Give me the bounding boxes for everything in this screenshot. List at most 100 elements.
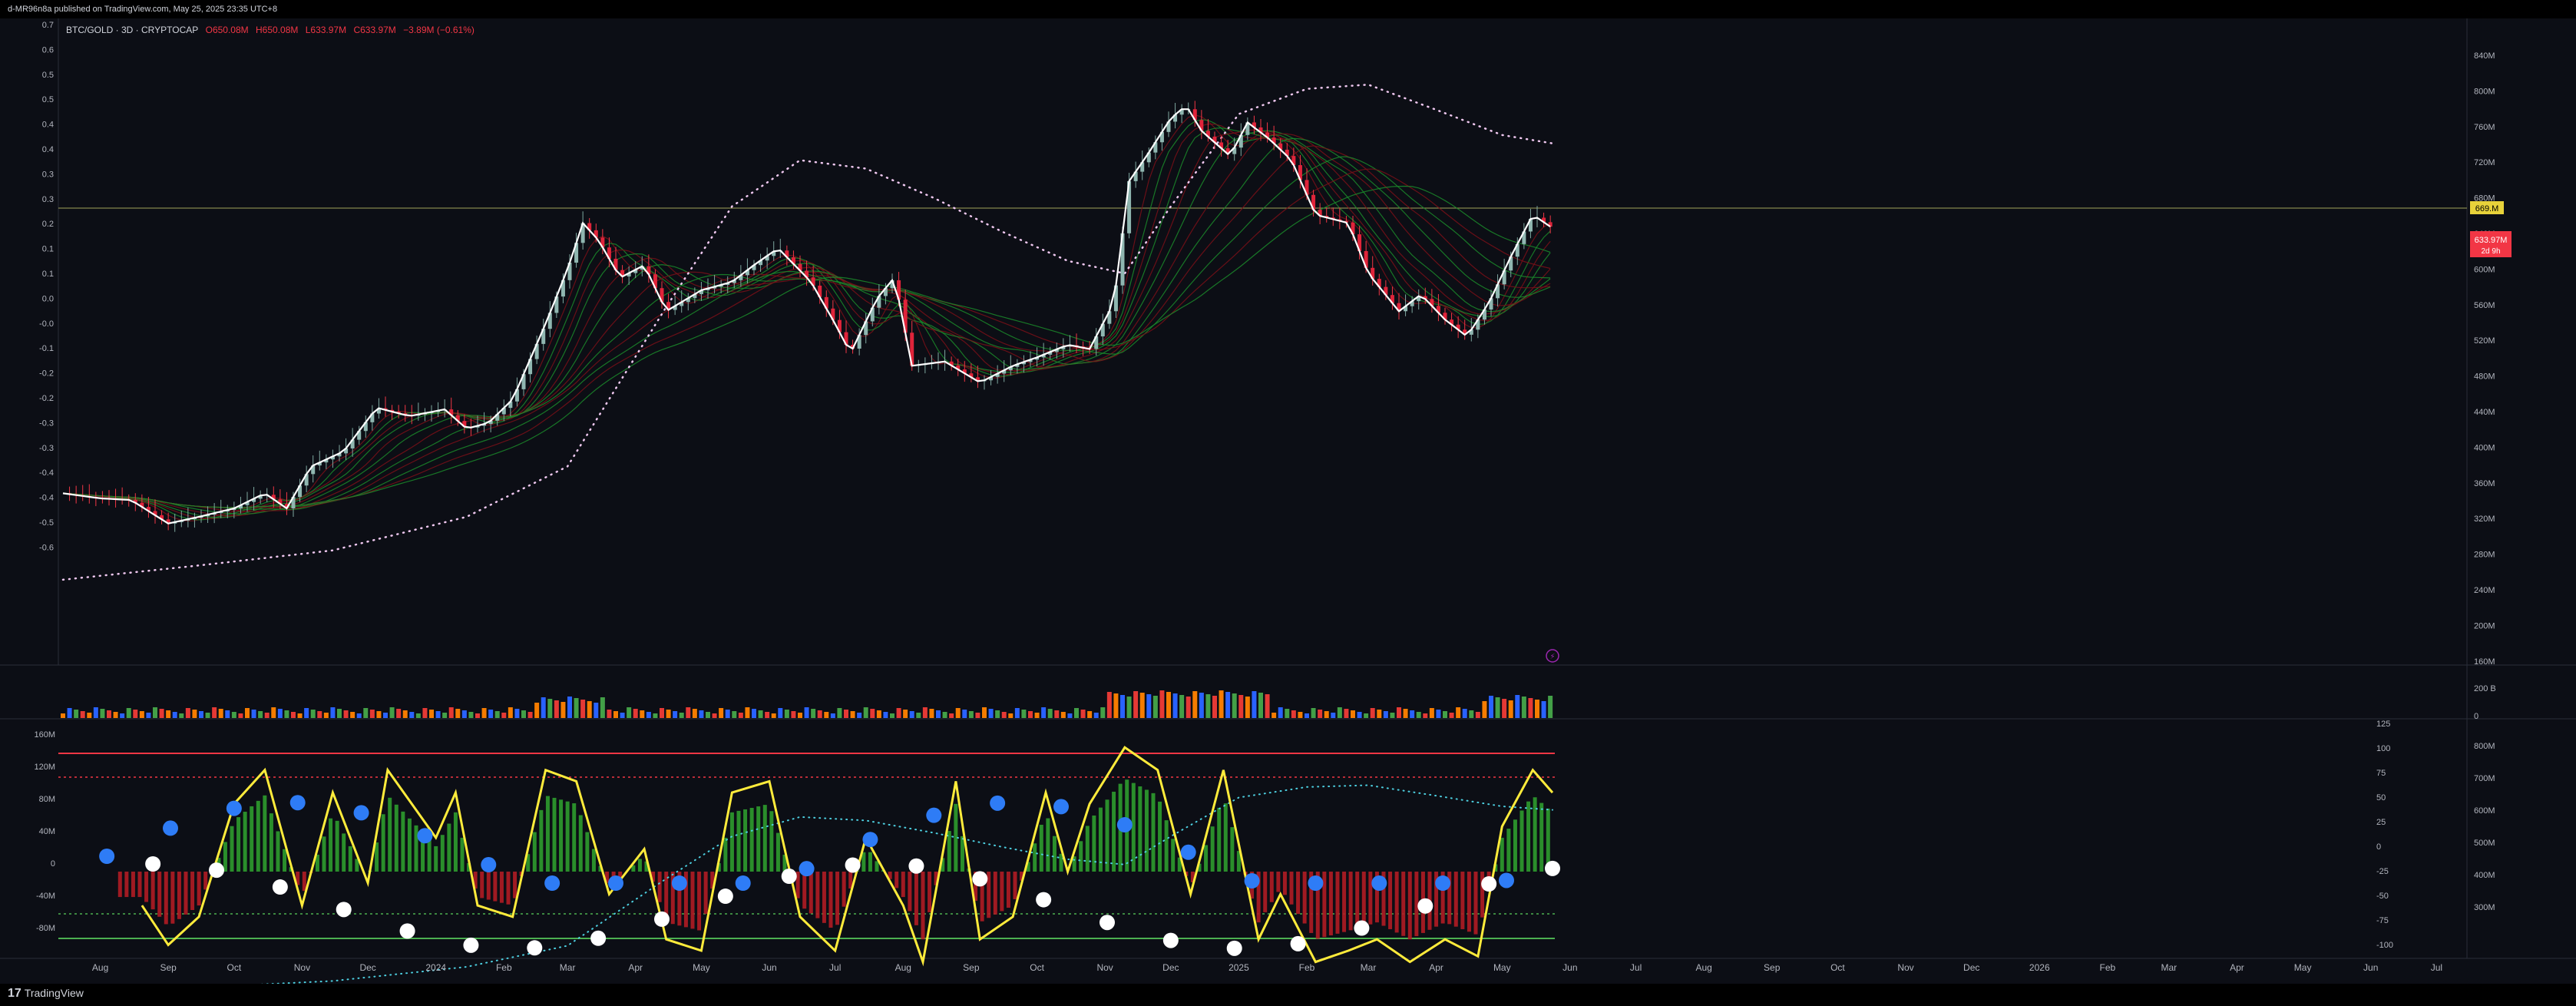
histogram-bar [756, 806, 761, 872]
volume-bar [481, 708, 487, 718]
histogram-bar [190, 872, 195, 911]
volume-bar [87, 713, 92, 718]
blue-dot [99, 849, 115, 864]
volume-bar [1047, 709, 1053, 718]
tradingview-logo[interactable]: 17 TradingView [8, 987, 84, 1001]
volume-bar [448, 707, 454, 718]
osc-left-label: 80M [39, 795, 55, 804]
histogram-bar [1467, 872, 1471, 932]
volume-bar [922, 707, 928, 718]
blue-dot [862, 832, 878, 848]
time-axis-label: Jul [2431, 962, 2442, 973]
time-axis-label: Oct [1830, 962, 1845, 973]
volume-bar [1278, 707, 1283, 718]
time-axis-label: May [693, 962, 710, 973]
volume-bar [962, 710, 967, 718]
volume-bar [673, 711, 678, 718]
volume-bar [396, 709, 402, 718]
volume-bar [1528, 698, 1533, 718]
white-dot [1481, 876, 1497, 892]
histogram-bar [802, 872, 807, 909]
histogram-bar [815, 872, 820, 918]
histogram-bar [743, 809, 748, 872]
price-chart[interactable]: 840M800M760M720M680M640M600M560M520M480M… [0, 0, 2576, 1006]
histogram-bar [914, 872, 918, 925]
volume-bar [1034, 713, 1040, 718]
osc-mid-label: -50 [2376, 892, 2389, 901]
time-axis-label: May [2294, 962, 2312, 973]
volume-bar [1080, 710, 1086, 718]
volume-bar [554, 700, 559, 718]
volume-bar [521, 710, 526, 718]
ribbon-line [62, 168, 1551, 508]
histogram-bar [394, 804, 398, 872]
volume-bar [778, 708, 783, 718]
volume-bar [561, 702, 566, 718]
volume-bar [817, 710, 822, 718]
left-axis-label: -0.3 [39, 419, 54, 428]
volume-bar [1423, 713, 1428, 718]
histogram-bar [460, 837, 465, 872]
volume-bar [74, 710, 79, 718]
histogram-bar [637, 859, 642, 872]
volume-bar [811, 709, 816, 718]
white-dot [1290, 935, 1306, 951]
volume-bar [1443, 711, 1447, 718]
volume-bar [982, 707, 987, 718]
volume-bar [1113, 693, 1119, 718]
time-axis-label: Jun [762, 962, 776, 973]
histogram-bar [1460, 872, 1465, 929]
blue-dot [289, 795, 306, 811]
histogram-bar [124, 872, 129, 898]
price-axis-label: 600M [2474, 265, 2495, 274]
volume-bar [916, 713, 921, 718]
histogram-bar [453, 812, 458, 872]
volume-bar [238, 713, 243, 718]
volume-bar [363, 708, 369, 718]
white-dot [1354, 920, 1370, 936]
histogram-bar [381, 814, 385, 872]
histogram-bar [993, 872, 997, 915]
volume-bar [330, 707, 336, 718]
volume-bar [126, 708, 131, 718]
volume-bar [185, 708, 190, 718]
histogram-bar [486, 872, 491, 900]
histogram-bar [1105, 799, 1109, 872]
histogram-bar [842, 872, 846, 907]
white-dot [781, 869, 797, 885]
volume-bar [1120, 695, 1125, 718]
volume-bar [679, 713, 684, 718]
volume-bar [995, 710, 1000, 718]
histogram-bar [1006, 872, 1010, 908]
time-axis-label: Feb [2100, 962, 2116, 973]
histogram-bar [414, 825, 418, 872]
time-axis-label: Mar [1361, 962, 1377, 973]
blue-dot [226, 800, 242, 816]
volume-bar [613, 711, 618, 718]
ribbon-line [62, 137, 1551, 511]
price-axis-label: 440M [2474, 408, 2495, 417]
histogram-bar [1473, 872, 1478, 935]
left-axis-label: 0.2 [42, 220, 54, 229]
volume-bar [988, 709, 994, 718]
histogram-bar [1388, 872, 1393, 929]
histogram-bar [1112, 791, 1116, 872]
osc-mid-label: -100 [2376, 941, 2393, 950]
histogram-bar [1092, 815, 1096, 872]
volume-bar [784, 710, 789, 718]
volume-bar [567, 697, 572, 718]
volume-bar [455, 709, 461, 718]
histogram-bar [1282, 872, 1287, 895]
histogram-bar [184, 872, 188, 915]
oscillator [62, 746, 1560, 994]
volume-bar [1106, 692, 1112, 718]
histogram-bar [1131, 783, 1136, 872]
volume-bar [1166, 692, 1171, 718]
volume-bar [844, 710, 848, 718]
volume-bar [620, 713, 625, 718]
blue-dot [1499, 872, 1514, 889]
histogram-bar [1526, 801, 1531, 872]
histogram-bar [513, 872, 518, 898]
volume-bar [422, 708, 428, 718]
histogram-bar [1171, 839, 1176, 872]
